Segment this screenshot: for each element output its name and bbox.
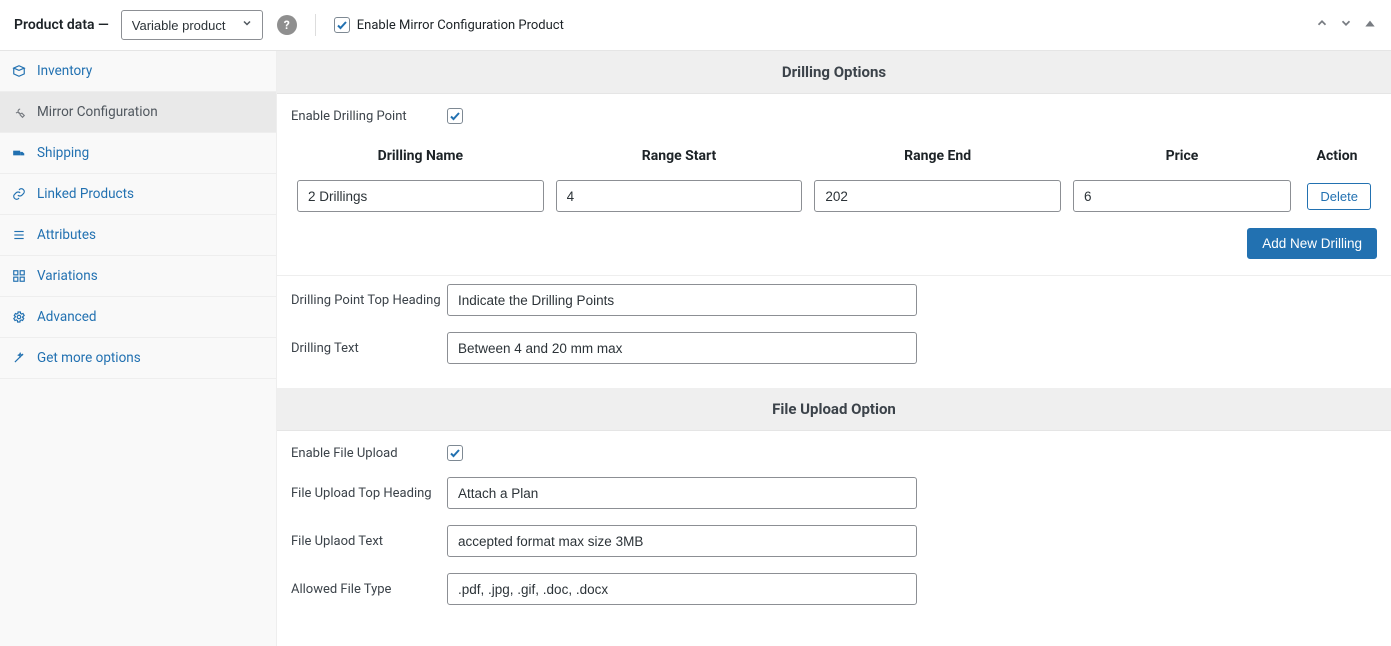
col-price: Price <box>1067 138 1297 174</box>
tab-advanced[interactable]: Advanced <box>0 297 276 338</box>
tab-shipping[interactable]: Shipping <box>0 133 276 174</box>
tab-label: Mirror Configuration <box>37 104 158 120</box>
check-icon <box>449 110 461 122</box>
tab-label: Inventory <box>37 63 92 79</box>
enable-drilling-label: Enable Drilling Point <box>291 109 447 124</box>
drilling-text-label: Drilling Text <box>291 341 447 356</box>
product-data-tabs: Inventory Mirror Configuration Shipping … <box>0 51 277 646</box>
tab-mirror-configuration[interactable]: Mirror Configuration <box>0 92 276 133</box>
range-start-input[interactable] <box>556 180 803 212</box>
tab-linked-products[interactable]: Linked Products <box>0 174 276 215</box>
panel-up-icon[interactable] <box>1315 16 1329 34</box>
col-range-start: Range Start <box>550 138 809 174</box>
enable-upload-label: Enable File Upload <box>291 446 447 461</box>
add-new-drilling-button[interactable]: Add New Drilling <box>1247 228 1377 259</box>
range-end-input[interactable] <box>814 180 1061 212</box>
tab-attributes[interactable]: Attributes <box>0 215 276 256</box>
col-range-end: Range End <box>808 138 1067 174</box>
col-action: Action <box>1297 138 1377 174</box>
drilling-table: Drilling Name Range Start Range End Pric… <box>291 138 1377 218</box>
drilling-name-input[interactable] <box>297 180 544 212</box>
panel-collapse-icon[interactable] <box>1363 16 1377 34</box>
help-icon[interactable]: ? <box>277 15 297 35</box>
tab-variations[interactable]: Variations <box>0 256 276 297</box>
enable-upload-checkbox[interactable] <box>447 445 463 461</box>
table-row: Delete <box>291 174 1377 218</box>
tab-label: Variations <box>37 268 98 284</box>
allowed-types-input[interactable] <box>447 573 917 605</box>
enable-mirror-label: Enable Mirror Configuration Product <box>357 18 564 33</box>
tab-label: Advanced <box>37 309 97 325</box>
enable-mirror-checkbox[interactable]: Enable Mirror Configuration Product <box>334 17 564 33</box>
check-icon <box>449 447 461 459</box>
product-data-header: Product data — Variable product ? Enable… <box>0 0 1391 51</box>
gear-icon <box>12 310 28 324</box>
checkbox-checked-icon <box>334 17 350 33</box>
wrench-icon <box>12 105 28 119</box>
inventory-icon <box>12 64 28 78</box>
link-icon <box>12 187 28 201</box>
col-drilling-name: Drilling Name <box>291 138 550 174</box>
main-panel: Drilling Options Enable Drilling Point D… <box>277 51 1391 646</box>
drilling-text-input[interactable] <box>447 332 917 364</box>
tab-inventory[interactable]: Inventory <box>0 51 276 92</box>
drilling-options-header: Drilling Options <box>277 51 1391 94</box>
tab-label: Attributes <box>37 227 96 243</box>
price-input[interactable] <box>1073 180 1291 212</box>
tab-label: Shipping <box>37 145 89 161</box>
upload-text-input[interactable] <box>447 525 917 557</box>
list-icon <box>12 228 28 242</box>
drilling-top-heading-label: Drilling Point Top Heading <box>291 293 447 308</box>
separator <box>315 14 316 36</box>
grid-icon <box>12 269 28 283</box>
enable-drilling-checkbox[interactable] <box>447 108 463 124</box>
tab-label: Get more options <box>37 350 141 366</box>
delete-button[interactable]: Delete <box>1307 183 1371 210</box>
panel-down-icon[interactable] <box>1339 16 1353 34</box>
file-upload-header: File Upload Option <box>277 388 1391 431</box>
product-data-title: Product data — <box>14 17 109 33</box>
magic-icon <box>12 351 28 365</box>
upload-heading-label: File Upload Top Heading <box>291 486 447 501</box>
allowed-types-label: Allowed File Type <box>291 582 447 597</box>
tab-label: Linked Products <box>37 186 134 202</box>
tab-get-more-options[interactable]: Get more options <box>0 338 276 379</box>
drilling-top-heading-input[interactable] <box>447 284 917 316</box>
upload-text-label: File Uplaod Text <box>291 534 447 549</box>
product-type-select[interactable]: Variable product <box>121 10 263 40</box>
upload-heading-input[interactable] <box>447 477 917 509</box>
truck-icon <box>12 146 28 160</box>
